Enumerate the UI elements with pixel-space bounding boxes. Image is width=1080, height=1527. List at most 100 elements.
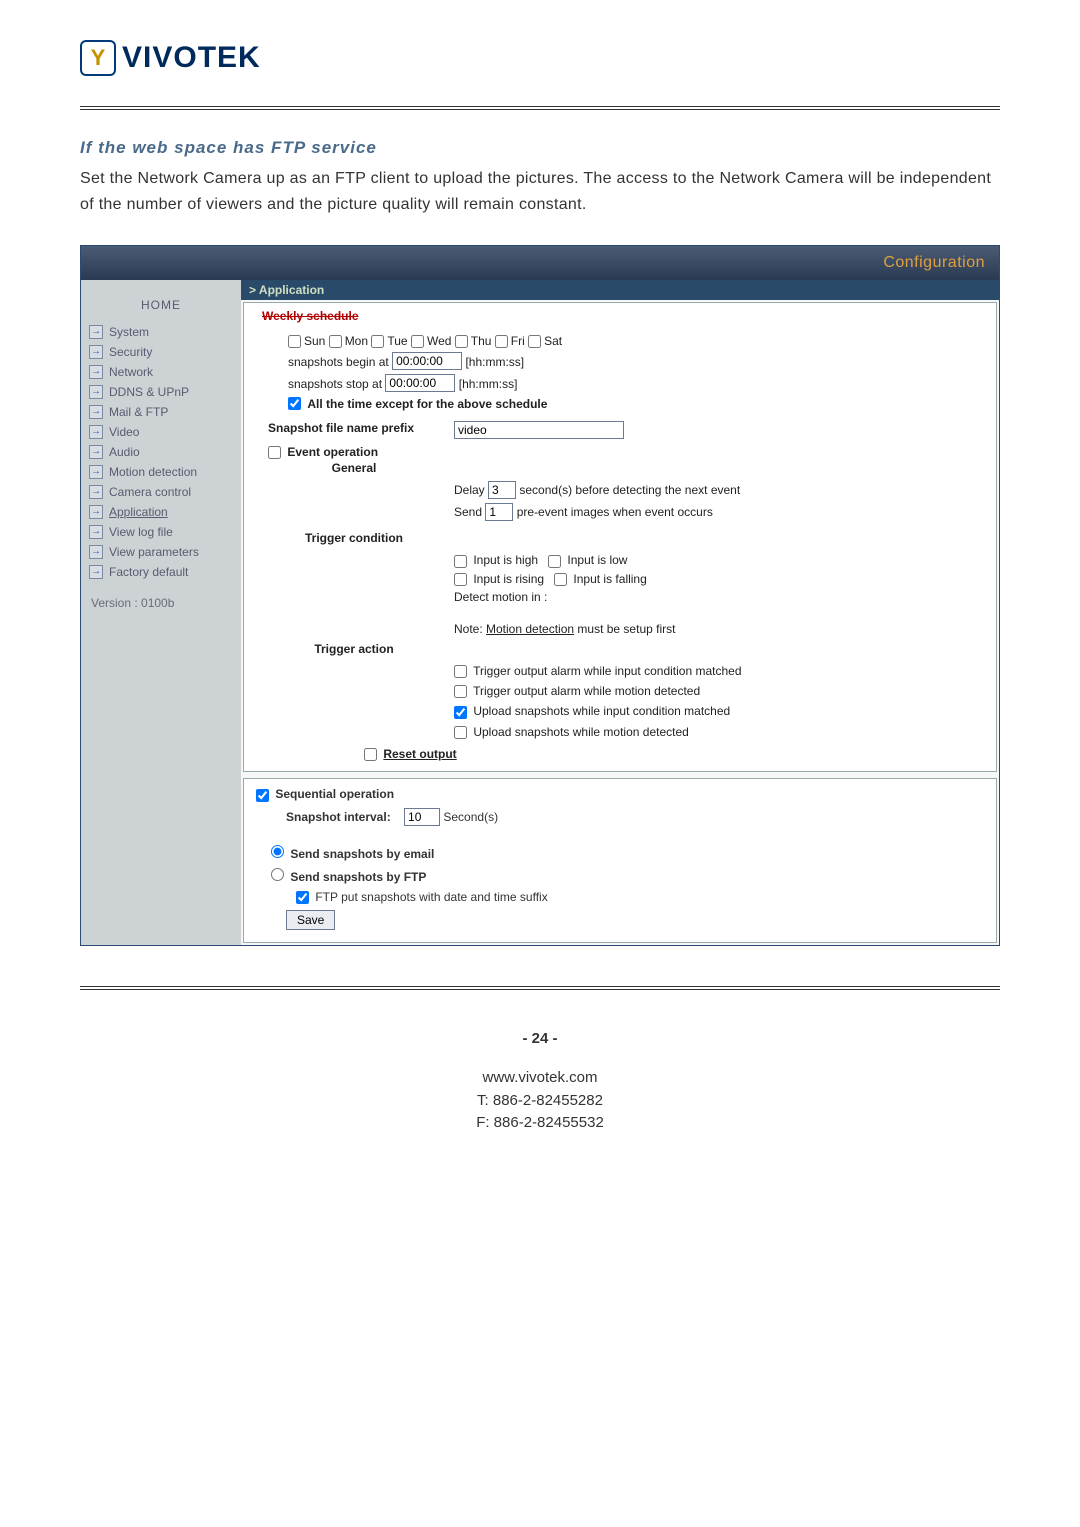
logo-mark: Y bbox=[91, 45, 106, 71]
content-area: > Application Weekly schedule Sun Mon Tu… bbox=[241, 280, 999, 945]
logo-icon: Y bbox=[80, 40, 116, 76]
sidebar-item-video[interactable]: →Video bbox=[89, 422, 233, 442]
stop-input[interactable] bbox=[385, 374, 455, 392]
day-sat-label: Sat bbox=[544, 334, 562, 348]
arrow-icon: → bbox=[89, 385, 103, 399]
motion-note: Note: Motion detection must be setup fir… bbox=[254, 622, 986, 636]
all-time-checkbox[interactable] bbox=[288, 397, 301, 410]
sidebar-item-camera-control[interactable]: → Camera control bbox=[89, 482, 233, 502]
input-high-low-row: Input is high Input is low bbox=[254, 553, 986, 567]
sidebar-item-view-parameters[interactable]: →View parameters bbox=[89, 542, 233, 562]
sidebar-item-view-log-file[interactable]: → View log file bbox=[89, 522, 233, 542]
top-divider bbox=[80, 106, 1000, 110]
all-time-label: All the time except for the above schedu… bbox=[307, 397, 547, 411]
delay-label: Delay bbox=[454, 483, 485, 497]
send-email-radio[interactable] bbox=[271, 845, 284, 858]
ta3-checkbox[interactable] bbox=[454, 706, 467, 719]
sidebar-item-mail-ftp[interactable]: →Mail & FTP bbox=[89, 402, 233, 422]
event-operation-checkbox[interactable] bbox=[268, 446, 281, 459]
sidebar-item-label: Camera control bbox=[109, 485, 191, 499]
day-sat-checkbox[interactable] bbox=[528, 335, 541, 348]
intro-paragraph: Set the Network Camera up as an FTP clie… bbox=[80, 166, 1000, 217]
page-footer: - 24 - www.vivotek.com T: 886-2-82455282… bbox=[80, 1030, 1000, 1135]
day-tue-label: Tue bbox=[387, 334, 411, 348]
arrow-icon: → bbox=[89, 465, 103, 479]
page-number: - 24 - bbox=[80, 1030, 1000, 1047]
logo: Y VIVOTEK bbox=[80, 40, 1000, 76]
input-high-checkbox[interactable] bbox=[454, 555, 467, 568]
all-time-row: All the time except for the above schedu… bbox=[288, 396, 986, 411]
ftp-suffix-checkbox[interactable] bbox=[296, 891, 309, 904]
input-falling-checkbox[interactable] bbox=[554, 573, 567, 586]
sidebar-item-label: DDNS & UPnP bbox=[109, 385, 189, 399]
footer-site: www.vivotek.com bbox=[80, 1067, 1000, 1090]
motion-detection-link[interactable]: Motion detection bbox=[486, 622, 574, 636]
arrow-icon: → bbox=[89, 525, 103, 539]
sidebar-item-label: View log file bbox=[109, 525, 173, 539]
weekday-row: Sun Mon Tue Wed Thu Fri Sat bbox=[288, 333, 986, 348]
arrow-icon: → bbox=[89, 485, 103, 499]
weekly-schedule-legend: Weekly schedule bbox=[258, 309, 363, 323]
day-tue-checkbox[interactable] bbox=[371, 335, 384, 348]
sidebar-item-security[interactable]: → Security bbox=[89, 342, 233, 362]
interval-unit: Second(s) bbox=[443, 810, 498, 824]
sidebar-item-audio[interactable]: →Audio bbox=[89, 442, 233, 462]
day-sun-label: Sun bbox=[304, 334, 329, 348]
sidebar-item-label: Network bbox=[109, 365, 153, 379]
day-wed-checkbox[interactable] bbox=[411, 335, 424, 348]
sidebar-item-factory-default[interactable]: →Factory default bbox=[89, 562, 233, 582]
day-mon-checkbox[interactable] bbox=[329, 335, 342, 348]
panel-header: Configuration bbox=[81, 246, 999, 280]
arrow-icon: → bbox=[89, 545, 103, 559]
send-ftp-radio[interactable] bbox=[271, 868, 284, 881]
day-wed-label: Wed bbox=[427, 334, 455, 348]
sidebar-item-label: Audio bbox=[109, 445, 140, 459]
delay-input[interactable] bbox=[488, 481, 516, 499]
day-fri-checkbox[interactable] bbox=[495, 335, 508, 348]
arrow-icon: → bbox=[89, 345, 103, 359]
input-high-label: Input is high bbox=[473, 553, 538, 567]
arrow-icon: → bbox=[89, 505, 103, 519]
interval-input[interactable] bbox=[404, 808, 440, 826]
sidebar-item-system[interactable]: →System bbox=[89, 322, 233, 342]
ta4-label: Upload snapshots while motion detected bbox=[473, 725, 688, 739]
sidebar-item-application[interactable]: → Application bbox=[89, 502, 233, 522]
sidebar: HOME →System→Security→Network→DDNS & UPn… bbox=[81, 280, 241, 945]
sidebar-item-network[interactable]: →Network bbox=[89, 362, 233, 382]
sidebar-item-motion-detection[interactable]: → Motion detection bbox=[89, 462, 233, 482]
sidebar-item-label: Motion detection bbox=[109, 465, 197, 479]
send-ftp-label: Send snapshots by FTP bbox=[290, 870, 426, 884]
general-label: General bbox=[254, 461, 454, 475]
section-title: If the web space has FTP service bbox=[80, 138, 1000, 158]
send-label: Send bbox=[454, 505, 482, 519]
begin-input[interactable] bbox=[392, 352, 462, 370]
interval-label: Snapshot interval: bbox=[286, 810, 391, 824]
sidebar-item-label: Mail & FTP bbox=[109, 405, 168, 419]
save-button[interactable]: Save bbox=[286, 910, 335, 930]
send-input[interactable] bbox=[485, 503, 513, 521]
detect-motion-label: Detect motion in : bbox=[254, 590, 986, 604]
footer-tel: T: 886-2-82455282 bbox=[80, 1090, 1000, 1113]
sidebar-home[interactable]: HOME bbox=[89, 298, 233, 312]
sidebar-item-ddns-upnp[interactable]: → DDNS & UPnP bbox=[89, 382, 233, 402]
ta4-checkbox[interactable] bbox=[454, 726, 467, 739]
ta1-checkbox[interactable] bbox=[454, 665, 467, 678]
ta3-label: Upload snapshots while input condition m… bbox=[473, 704, 730, 718]
send-after: pre-event images when event occurs bbox=[517, 505, 713, 519]
day-thu-checkbox[interactable] bbox=[455, 335, 468, 348]
input-rising-falling-row: Input is rising Input is falling bbox=[254, 572, 986, 586]
sidebar-item-label: Application bbox=[109, 505, 168, 519]
snapshots-begin-row: snapshots begin at [hh:mm:ss] bbox=[288, 352, 986, 370]
sidebar-item-label: Factory default bbox=[109, 565, 188, 579]
sidebar-item-label: Security bbox=[109, 345, 152, 359]
day-sun-checkbox[interactable] bbox=[288, 335, 301, 348]
sequential-checkbox[interactable] bbox=[256, 789, 269, 802]
note-post: must be setup first bbox=[574, 622, 675, 636]
input-rising-checkbox[interactable] bbox=[454, 573, 467, 586]
begin-hint: [hh:mm:ss] bbox=[465, 355, 524, 369]
reset-output-checkbox[interactable] bbox=[364, 748, 377, 761]
input-low-checkbox[interactable] bbox=[548, 555, 561, 568]
ta2-checkbox[interactable] bbox=[454, 685, 467, 698]
sequential-form: Sequential operation Snapshot interval: … bbox=[243, 778, 997, 943]
prefix-input[interactable] bbox=[454, 421, 624, 439]
